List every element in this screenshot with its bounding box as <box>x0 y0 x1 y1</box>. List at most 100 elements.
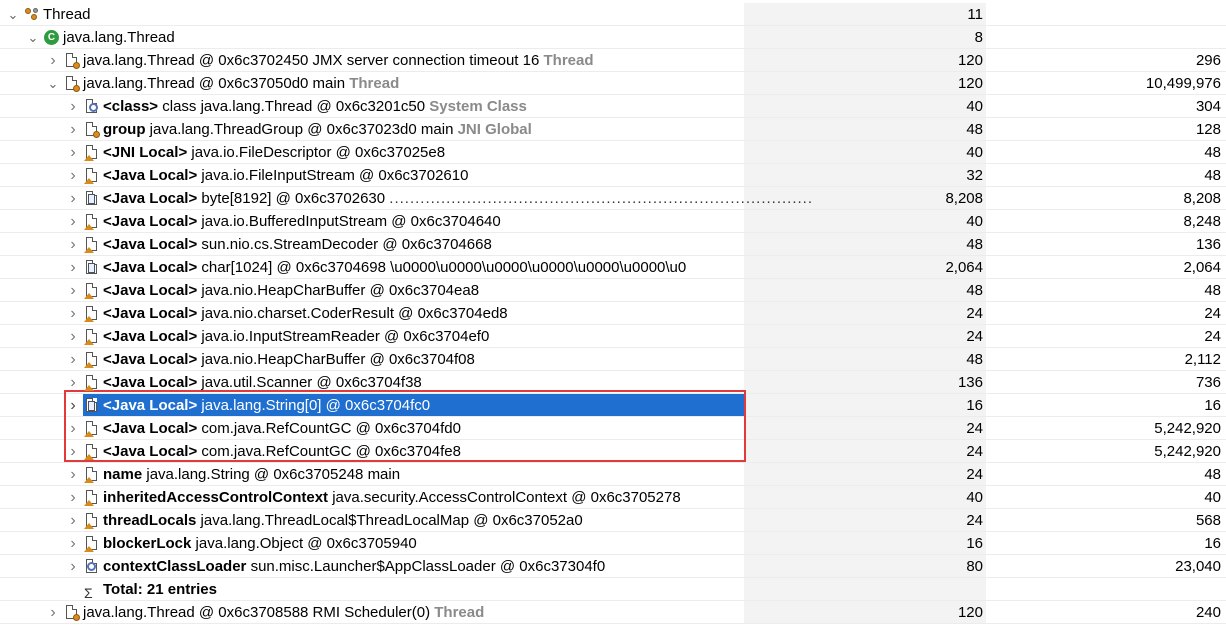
object-reference-icon <box>84 374 100 391</box>
tree-row-thread-root[interactable]: ⌄ Thread 11 <box>0 3 1226 26</box>
retained-heap-value: 16 <box>1204 535 1221 552</box>
tree-row[interactable]: › blockerLock java.lang.Object @ 0x6c3705… <box>0 532 1226 555</box>
object-reference-icon <box>84 213 100 230</box>
tree-row[interactable]: › <Java Local> byte[8192] @ 0x6c3702630 .… <box>0 187 1226 210</box>
heap-dump-tree[interactable]: ⌄ Thread 11 ⌄ Cjava.lang.Thread 8 › java.lang.T… <box>0 3 1226 624</box>
tree-row[interactable]: › <Java Local> java.io.FileInputStream @ … <box>0 164 1226 187</box>
shallow-heap-value: 40 <box>966 98 983 115</box>
shallow-heap-value: 48 <box>966 351 983 368</box>
tree-row[interactable]: › <Java Local> com.java.RefCountGC @ 0x6c… <box>0 417 1226 440</box>
tree-row[interactable]: › <Java Local> java.nio.HeapCharBuffer @ … <box>0 279 1226 302</box>
collapse-chevron-icon[interactable]: › <box>66 210 80 233</box>
retained-heap-value: 24 <box>1204 305 1221 322</box>
row-label: › group java.lang.ThreadGroup @ 0x6c37023… <box>66 118 531 141</box>
collapse-chevron-icon[interactable]: › <box>66 440 80 463</box>
field-name: <Java Local> <box>103 328 198 345</box>
tree-row[interactable]: › java.lang.Thread @ 0x6c3708588 RMI Sche… <box>0 601 1226 624</box>
retained-heap-value: 136 <box>1195 236 1221 253</box>
collapse-chevron-icon[interactable]: › <box>66 394 80 417</box>
object-label: sun.nio.cs.StreamDecoder @ 0x6c3704668 <box>201 236 492 253</box>
tree-row[interactable]: › <Java Local> java.io.BufferedInputStrea… <box>0 210 1226 233</box>
row-text: <Java Local> java.io.InputStreamReader @… <box>103 325 489 348</box>
thread-icon <box>64 604 80 621</box>
tree-row[interactable]: › <Java Local> java.nio.charset.CoderResu… <box>0 302 1226 325</box>
object-label: com.java.RefCountGC @ 0x6c3704fd0 <box>201 420 461 437</box>
retained-heap-value: 240 <box>1195 604 1221 621</box>
tree-row[interactable]: Σ Total: 21 entries <box>0 578 1226 601</box>
object-reference-icon <box>84 443 100 460</box>
row-text: <Java Local> java.nio.charset.CoderResul… <box>103 302 508 325</box>
collapse-chevron-icon[interactable]: › <box>66 532 80 555</box>
collapse-chevron-icon[interactable]: › <box>66 164 80 187</box>
row-label: ⌄ Cjava.lang.Thread <box>26 26 175 49</box>
thread-icon <box>64 52 80 69</box>
row-label: › java.lang.Thread @ 0x6c3702450 JMX serv… <box>46 49 593 72</box>
field-name: <Java Local> <box>103 213 198 230</box>
tree-row[interactable]: › <Java Local> char[1024] @ 0x6c3704698 \… <box>0 256 1226 279</box>
collapse-chevron-icon[interactable]: › <box>66 302 80 325</box>
field-name: <Java Local> <box>103 259 198 276</box>
collapse-chevron-icon[interactable]: › <box>66 279 80 302</box>
tree-row[interactable]: ⌄ java.lang.Thread @ 0x6c37050d0 main Thr… <box>0 72 1226 95</box>
tree-row-java-lang-thread[interactable]: ⌄ Cjava.lang.Thread 8 <box>0 26 1226 49</box>
row-label: › threadLocals java.lang.ThreadLocal$Thre… <box>66 509 582 532</box>
object-label: java.io.FileInputStream @ 0x6c3702610 <box>201 167 469 184</box>
tree-row[interactable]: › <Java Local> sun.nio.cs.StreamDecoder @… <box>0 233 1226 256</box>
row-label: ⌄ java.lang.Thread @ 0x6c37050d0 main Thr… <box>46 72 400 95</box>
row-label: › contextClassLoader sun.misc.Launcher$Ap… <box>66 555 605 578</box>
tree-row[interactable]: › <class> class java.lang.Thread @ 0x6c32… <box>0 95 1226 118</box>
tree-row[interactable]: › <JNI Local> java.io.FileDescriptor @ 0x… <box>0 141 1226 164</box>
collapse-chevron-icon[interactable]: › <box>66 141 80 164</box>
retained-heap-value: 16 <box>1204 397 1221 414</box>
row-text: inheritedAccessControlContext java.secur… <box>103 486 681 509</box>
collapse-chevron-icon[interactable]: › <box>66 555 80 578</box>
object-reference-icon <box>84 282 100 299</box>
row-text: <Java Local> java.io.FileInputStream @ 0… <box>103 164 468 187</box>
expand-chevron-icon[interactable]: ⌄ <box>6 3 20 26</box>
shallow-heap-value: 40 <box>966 144 983 161</box>
tree-row[interactable]: › inheritedAccessControlContext java.secu… <box>0 486 1226 509</box>
row-label: › <Java Local> java.io.BufferedInputStrea… <box>66 210 500 233</box>
collapse-chevron-icon[interactable]: › <box>66 509 80 532</box>
tree-row[interactable]: › <Java Local> java.nio.HeapCharBuffer @ … <box>0 348 1226 371</box>
retained-heap-value: 5,242,920 <box>1154 443 1221 460</box>
collapse-chevron-icon[interactable]: › <box>46 601 60 624</box>
retained-heap-value: 5,242,920 <box>1154 420 1221 437</box>
shallow-heap-value: 16 <box>966 397 983 414</box>
collapse-chevron-icon[interactable]: › <box>66 325 80 348</box>
tree-row[interactable]: › threadLocals java.lang.ThreadLocal$Thre… <box>0 509 1226 532</box>
expand-chevron-icon[interactable]: ⌄ <box>46 72 60 95</box>
tree-row[interactable]: › name java.lang.String @ 0x6c3705248 mai… <box>0 463 1226 486</box>
collapse-chevron-icon[interactable]: › <box>66 187 80 210</box>
object-reference-icon <box>84 351 100 368</box>
class-c-icon: C <box>44 29 60 46</box>
collapse-chevron-icon[interactable]: › <box>66 417 80 440</box>
collapse-chevron-icon[interactable]: › <box>66 348 80 371</box>
collapse-chevron-icon[interactable]: › <box>66 371 80 394</box>
row-text: java.lang.Thread @ 0x6c3708588 RMI Sched… <box>83 601 484 624</box>
shallow-heap-value: 40 <box>966 489 983 506</box>
tree-row[interactable]: › contextClassLoader sun.misc.Launcher$Ap… <box>0 555 1226 578</box>
row-label: › inheritedAccessControlContext java.secu… <box>66 486 681 509</box>
expand-chevron-icon[interactable]: ⌄ <box>26 26 40 49</box>
tree-row[interactable]: › java.lang.Thread @ 0x6c3702450 JMX serv… <box>0 49 1226 72</box>
tree-row[interactable]: › <Java Local> java.util.Scanner @ 0x6c37… <box>0 371 1226 394</box>
collapse-chevron-icon[interactable]: › <box>66 233 80 256</box>
tree-row[interactable]: › <Java Local> com.java.RefCountGC @ 0x6c… <box>0 440 1226 463</box>
array-icon <box>84 397 100 414</box>
collapse-chevron-icon[interactable]: › <box>66 95 80 118</box>
row-label: › name java.lang.String @ 0x6c3705248 mai… <box>66 463 400 486</box>
collapse-chevron-icon[interactable]: › <box>66 463 80 486</box>
tree-row[interactable]: › <Java Local> java.lang.String[0] @ 0x6c… <box>0 394 1226 417</box>
collapse-chevron-icon[interactable]: › <box>66 256 80 279</box>
tree-row[interactable]: › group java.lang.ThreadGroup @ 0x6c37023… <box>0 118 1226 141</box>
row-label: › <Java Local> java.util.Scanner @ 0x6c37… <box>66 371 421 394</box>
collapse-chevron-icon[interactable]: › <box>46 49 60 72</box>
row-text: <Java Local> com.java.RefCountGC @ 0x6c3… <box>103 440 461 463</box>
collapse-chevron-icon[interactable]: › <box>66 118 80 141</box>
shallow-heap-value: 48 <box>966 236 983 253</box>
collapse-chevron-icon[interactable]: › <box>66 486 80 509</box>
tree-row[interactable]: › <Java Local> java.io.InputStreamReader … <box>0 325 1226 348</box>
object-type-tag: Thread <box>349 75 400 92</box>
row-text: Total: 21 entries <box>103 578 217 601</box>
